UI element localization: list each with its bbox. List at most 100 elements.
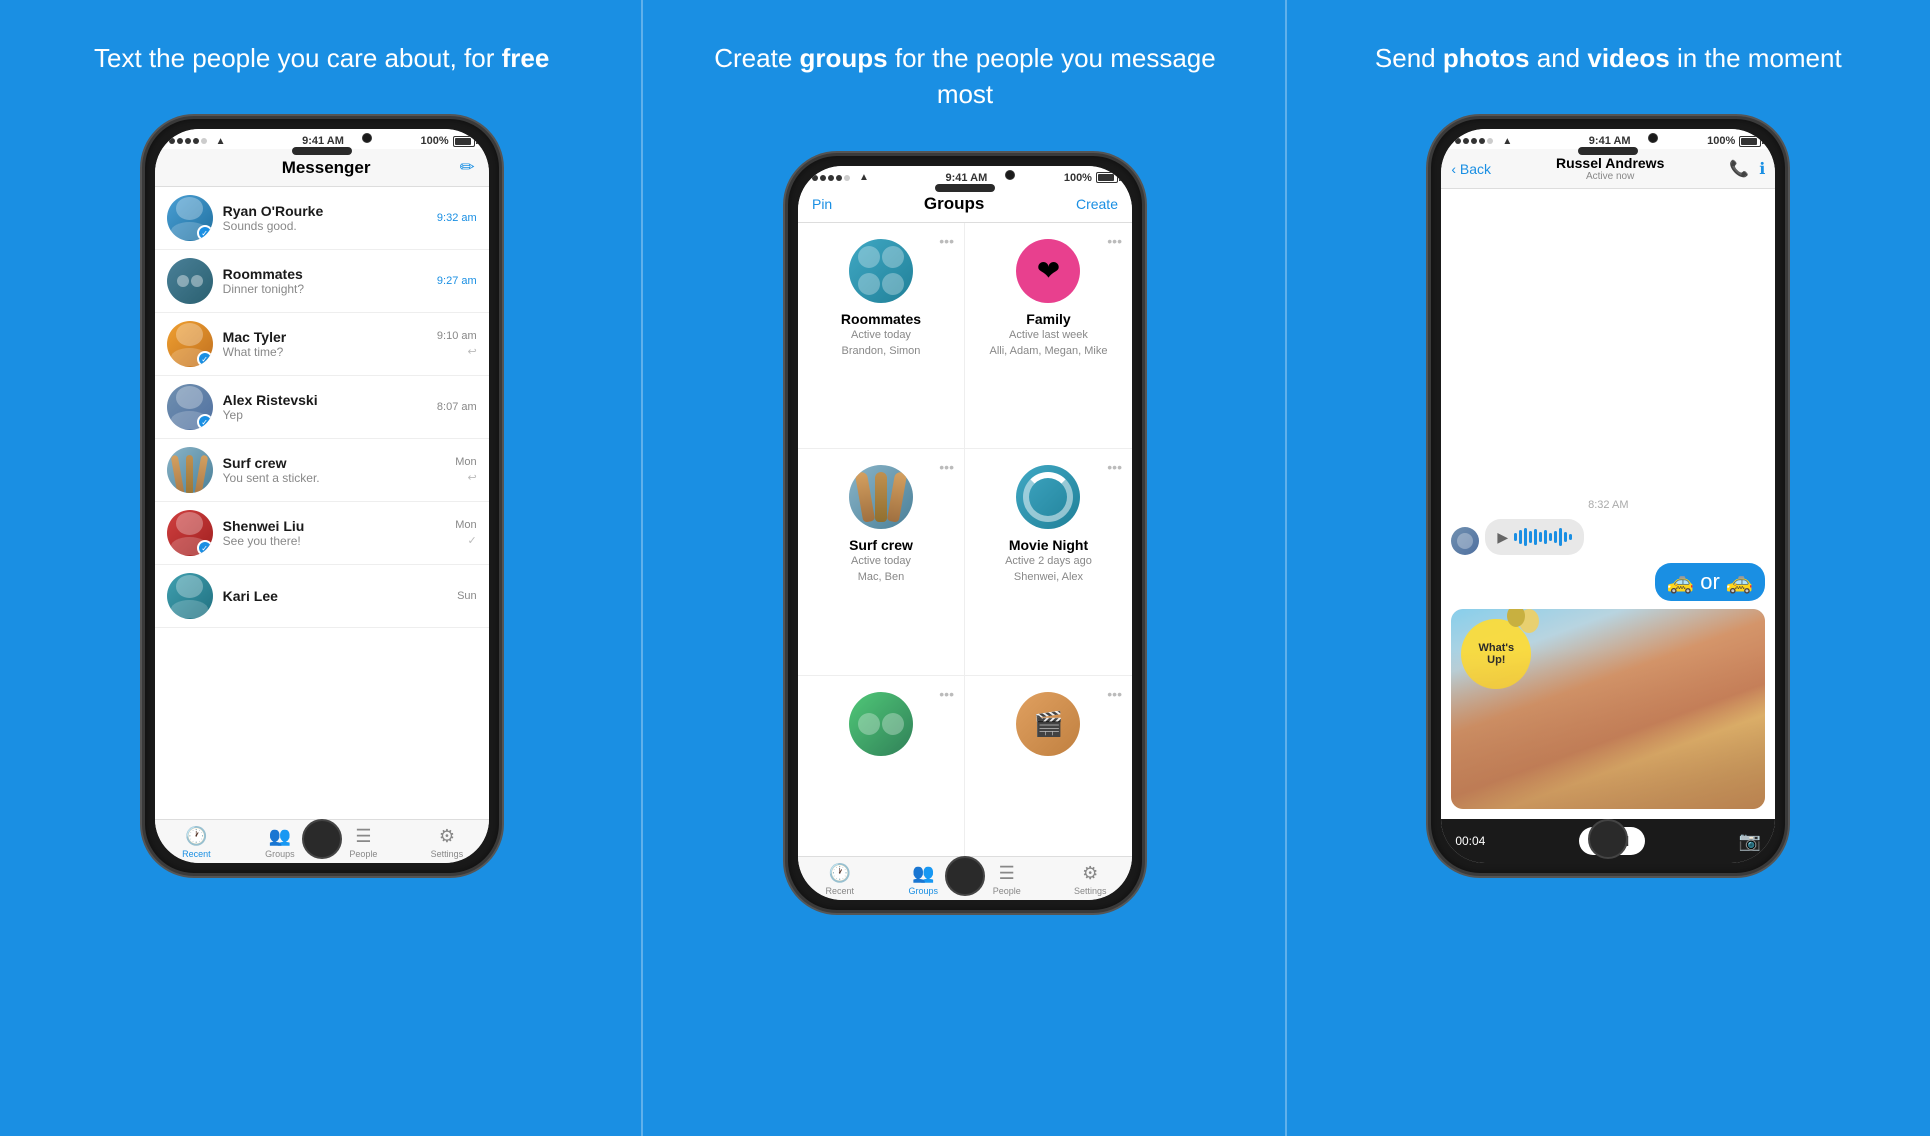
settings-icon-2: ⚙ (1082, 863, 1098, 884)
battery-icon-3 (1739, 136, 1761, 147)
group-avatar-extra1 (849, 692, 913, 756)
conv-item-roommates[interactable]: Roommates Dinner tonight? 9:27 am (155, 250, 489, 313)
home-button-3[interactable] (1588, 819, 1628, 859)
group-cell-family[interactable]: ••• ❤ Family Active last week Alli, Adam… (965, 223, 1132, 450)
group-cell-extra1[interactable]: ••• (798, 676, 965, 856)
recent-icon-2: 🕐 (829, 863, 851, 884)
group-members-movie: Shenwei, Alex (1014, 571, 1083, 583)
time-2: 9:41 AM (945, 172, 987, 184)
avatar-mac: ✓ (167, 321, 213, 367)
tab-settings-label-2: Settings (1074, 886, 1107, 896)
group-cell-extra2[interactable]: ••• 🎬 (965, 676, 1132, 856)
tab-groups-label-2: Groups (908, 886, 938, 896)
voice-waveform (1514, 527, 1572, 547)
group-cell-surf[interactable]: ••• Surf crew Active today Mac, Ben (798, 449, 965, 676)
conv-item-mac[interactable]: ✓ Mac Tyler What time? 9:10 am ↩ (155, 313, 489, 376)
group-more-extra2[interactable]: ••• (1107, 686, 1122, 702)
group-more-roommates[interactable]: ••• (939, 233, 954, 249)
phone-icon[interactable]: 📞 (1729, 159, 1749, 179)
name-surf: Surf crew (223, 455, 446, 471)
tab-recent-2[interactable]: 🕐 Recent (798, 857, 882, 900)
group-more-family[interactable]: ••• (1107, 233, 1122, 249)
preview-roommates: Dinner tonight? (223, 282, 427, 296)
home-button-1[interactable] (302, 819, 342, 859)
battery-icon-1 (453, 136, 475, 147)
play-icon[interactable]: ▶ (1497, 529, 1508, 546)
group-avatar-family: ❤ (1016, 239, 1080, 303)
preview-ryan: Sounds good. (223, 219, 427, 233)
tab-settings-1[interactable]: ⚙ Settings (405, 820, 489, 863)
compose-icon[interactable]: ✏ (460, 157, 475, 178)
avatar-shenwei: ✓ (167, 510, 213, 556)
phone-1: ▲ 9:41 AM 100% Messenger ✏ (142, 116, 502, 876)
conv-item-ryan[interactable]: ✓ Ryan O'Rourke Sounds good. 9:32 am (155, 187, 489, 250)
time-alex: 8:07 am (437, 401, 477, 413)
name-alex: Alex Ristevski (223, 392, 427, 408)
group-avatar-surf (849, 465, 913, 529)
people-icon-2: ☰ (999, 863, 1015, 884)
avatar-alex: ✓ (167, 384, 213, 430)
chat-user-name: Russel Andrews (1556, 155, 1664, 171)
phone-camera-3 (1648, 133, 1658, 143)
reply-icon-mac: ↩ (437, 345, 477, 358)
panel-2-headline: Create groups for the people you message… (643, 40, 1286, 113)
group-status-roommates: Active today (851, 329, 911, 341)
group-avatar-roommates (849, 239, 913, 303)
preview-surf: You sent a sticker. (223, 471, 446, 485)
phone-speaker-2 (935, 184, 995, 192)
badge-alex: ✓ (197, 414, 213, 430)
phone-camera-1 (362, 133, 372, 143)
time-roommates: 9:27 am (437, 275, 477, 287)
msg-sent-taxi: 🚕 or 🚕 (1451, 563, 1765, 601)
group-name-surf: Surf crew (849, 537, 913, 553)
battery-pct-3: 100% (1707, 135, 1735, 147)
camera-icon[interactable]: 📷 (1739, 831, 1761, 852)
group-cell-movie[interactable]: ••• Movie Night Active 2 days ago Shenwe… (965, 449, 1132, 676)
chat-header: ‹ Back Russel Andrews Active now 📞 ℹ (1441, 149, 1775, 189)
group-name-family: Family (1026, 311, 1070, 327)
conv-item-alex[interactable]: ✓ Alex Ristevski Yep 8:07 am (155, 376, 489, 439)
groups-title: Groups (924, 194, 984, 214)
groups-pin-button[interactable]: Pin (812, 196, 832, 212)
avatar-ryan: ✓ (167, 195, 213, 241)
groups-create-button[interactable]: Create (1076, 196, 1118, 212)
group-more-movie[interactable]: ••• (1107, 459, 1122, 475)
badge-ryan: ✓ (197, 225, 213, 241)
tab-recent-label-1: Recent (182, 849, 211, 859)
time-shenwei: Mon (455, 519, 476, 531)
battery-pct-2: 100% (1064, 172, 1092, 184)
group-cell-roommates[interactable]: ••• Roommates Active today Brandon, Simo (798, 223, 965, 450)
group-members-roommates: Brandon, Simon (842, 345, 921, 357)
panel-1-headline: Text the people you care about, for free (54, 40, 589, 76)
home-button-2[interactable] (945, 856, 985, 896)
group-more-extra1[interactable]: ••• (939, 686, 954, 702)
video-timer: 00:04 (1455, 834, 1485, 848)
settings-icon-1: ⚙ (439, 826, 455, 847)
info-icon[interactable]: ℹ (1759, 159, 1765, 179)
phone-speaker-1 (292, 147, 352, 155)
group-avatar-extra2: 🎬 (1016, 692, 1080, 756)
conv-item-shenwei[interactable]: ✓ Shenwei Liu See you there! Mon ✓ (155, 502, 489, 565)
taxi-message: 🚕 or 🚕 (1655, 563, 1766, 601)
tab-recent-1[interactable]: 🕐 Recent (155, 820, 239, 863)
groups-icon-2: 👥 (912, 863, 934, 884)
msg-avatar-russel (1451, 527, 1479, 555)
name-roommates: Roommates (223, 266, 427, 282)
tab-settings-2[interactable]: ⚙ Settings (1048, 857, 1132, 900)
conv-item-kari[interactable]: Kari Lee Sun (155, 565, 489, 628)
msg-received-voice: ▶ (1451, 519, 1765, 555)
voice-message-bubble[interactable]: ▶ (1485, 519, 1584, 555)
back-button[interactable]: ‹ Back (1451, 161, 1491, 177)
status-bar-3: ▲ 9:41 AM 100% (1441, 129, 1775, 149)
panel-groups: Create groups for the people you message… (643, 0, 1286, 1136)
name-ryan: Ryan O'Rourke (223, 203, 427, 219)
battery-pct-1: 100% (421, 135, 449, 147)
panel-3-headline: Send photos and videos in the moment (1335, 40, 1882, 76)
people-icon-1: ☰ (355, 826, 371, 847)
tab-recent-label-2: Recent (825, 886, 854, 896)
name-kari: Kari Lee (223, 588, 447, 604)
group-name-roommates: Roommates (841, 311, 921, 327)
group-more-surf[interactable]: ••• (939, 459, 954, 475)
conv-item-surf[interactable]: Surf crew You sent a sticker. Mon ↩ (155, 439, 489, 502)
group-status-movie: Active 2 days ago (1005, 555, 1092, 567)
